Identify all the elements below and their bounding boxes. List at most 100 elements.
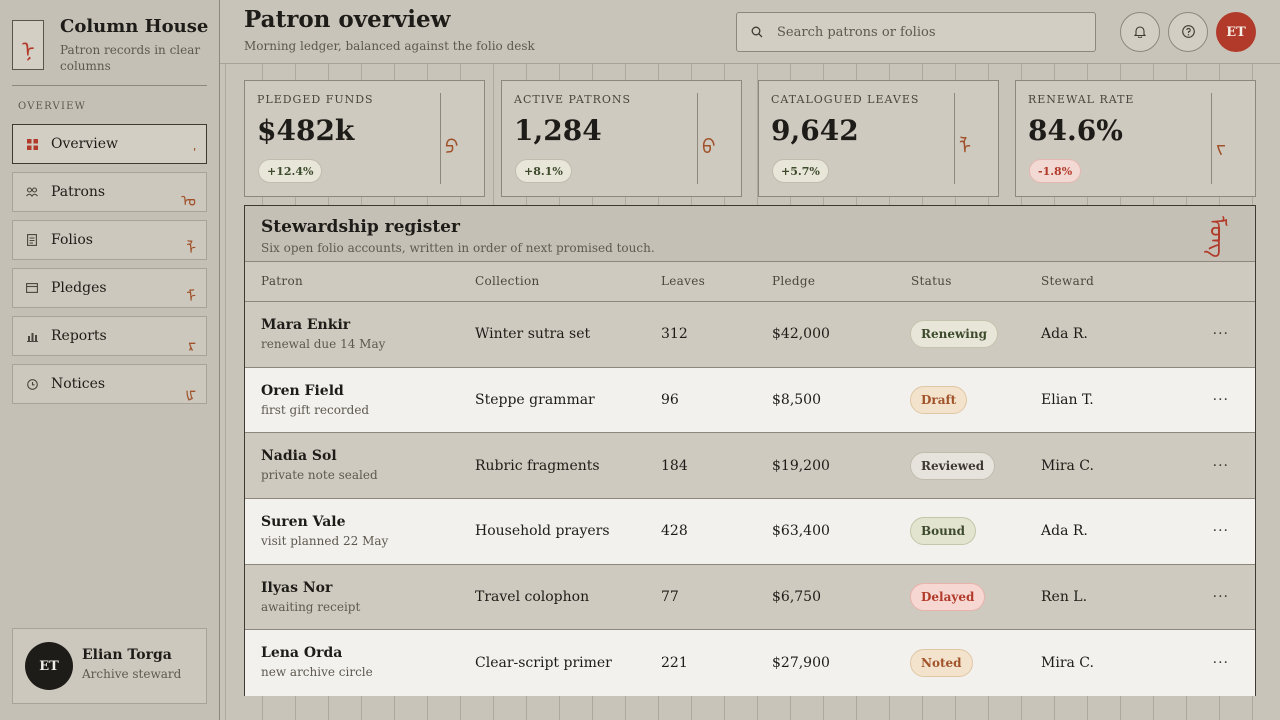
table-row[interactable]: Lena Orda new archive circle Clear-scrip… — [245, 630, 1255, 697]
patron-name: Lena Orda — [261, 645, 343, 662]
sidebar-item-notices[interactable]: Notices ᡁ — [12, 364, 207, 404]
script-glyph-icon: ᠪ — [702, 135, 716, 159]
stat-value: 9,642 — [771, 114, 859, 147]
more-options-icon[interactable]: ··· — [1213, 433, 1229, 498]
collection-cell: Winter sutra set — [475, 326, 591, 343]
column-header-patron[interactable]: Patron — [261, 274, 303, 288]
patron-name: Ilyas Nor — [261, 579, 333, 596]
patron-name: Oren Field — [261, 382, 344, 399]
patron-name: Nadia Sol — [261, 448, 337, 465]
steward-cell: Ada R. — [1041, 523, 1088, 540]
help-icon — [1181, 23, 1195, 42]
register-title: Stewardship register — [261, 217, 460, 237]
table-row[interactable]: Mara Enkir renewal due 14 May Winter sut… — [245, 302, 1255, 368]
topbar: Patron overview Morning ledger, balanced… — [220, 0, 1280, 64]
more-options-icon[interactable]: ··· — [1213, 368, 1229, 433]
status-badge: Noted — [910, 649, 973, 678]
script-glyph-icon: ᠵ — [1216, 135, 1226, 159]
brand-subtitle: Patron records in clear columns — [60, 43, 201, 73]
table-row[interactable]: Nadia Sol private note sealed Rubric fra… — [245, 433, 1255, 500]
more-options-icon[interactable]: ··· — [1213, 499, 1229, 564]
sidebar-item-pledges[interactable]: Pledges ᠮ — [12, 268, 207, 308]
status-cell: Delayed — [910, 565, 986, 630]
sidebar-item-reports[interactable]: Reports ᠷ — [12, 316, 207, 356]
script-glyph-icon: ᠣ — [181, 191, 196, 210]
sidebar-item-label: Overview — [51, 136, 119, 152]
stat-value: 84.6% — [1028, 114, 1123, 147]
column-header-steward[interactable]: Steward — [1041, 274, 1094, 288]
table-row[interactable]: Suren Vale visit planned 22 May Househol… — [245, 499, 1255, 565]
table-header: Patron Collection Leaves Pledge Status S… — [245, 262, 1255, 302]
table-body: Mara Enkir renewal due 14 May Winter sut… — [245, 302, 1255, 697]
collection-cell: Steppe grammar — [475, 392, 595, 409]
steward-cell: Elian T. — [1041, 392, 1094, 409]
script-glyph-icon: ᠷ — [188, 335, 196, 354]
stat-label: CATALOGUED LEAVES — [771, 93, 920, 106]
stat-delta-badge: -1.8% — [1029, 159, 1082, 183]
status-badge: Bound — [910, 517, 976, 546]
user-card[interactable]: ET Elian Torga Archive steward — [12, 628, 207, 704]
steward-cell: Ada R. — [1041, 326, 1088, 343]
leaves-cell: 184 — [661, 457, 688, 474]
patron-note: private note sealed — [261, 468, 378, 483]
status-badge: Delayed — [910, 583, 986, 612]
status-cell: Draft — [910, 368, 968, 433]
script-glyph-icon: ᠮᠣᠩ — [1204, 216, 1229, 258]
leaves-cell: 428 — [661, 523, 688, 540]
stat-value: $482k — [257, 114, 355, 147]
stat-card-pledged-funds: PLEDGED FUNDS $482k +12.4% ᠫ — [244, 80, 485, 197]
collection-cell: Rubric fragments — [475, 457, 600, 474]
user-avatar-button[interactable]: ET — [1216, 12, 1256, 52]
notifications-button[interactable] — [1120, 12, 1160, 52]
bell-icon — [1133, 23, 1147, 42]
leaves-cell: 77 — [661, 589, 679, 606]
sidebar-divider — [12, 85, 207, 86]
table-row[interactable]: Ilyas Nor awaiting receipt Travel coloph… — [245, 564, 1255, 631]
people-icon — [13, 187, 51, 197]
sidebar-nav: Overview ᡃ Patrons ᠣ Folios ᠯ Pledges ᠮ — [12, 124, 207, 412]
search-input[interactable] — [777, 24, 1095, 40]
page-title: Patron overview — [244, 6, 451, 33]
bar-chart-icon — [13, 331, 51, 342]
status-cell: Noted — [910, 630, 973, 696]
patron-name: Suren Vale — [261, 514, 346, 531]
script-glyph-icon: ᡁ — [185, 383, 196, 402]
column-header-status[interactable]: Status — [911, 274, 952, 288]
search-icon — [737, 26, 777, 38]
column-header-leaves[interactable]: Leaves — [661, 274, 705, 288]
pledge-cell: $63,400 — [772, 523, 830, 540]
user-role: Archive steward — [82, 667, 182, 681]
leaves-cell: 312 — [661, 326, 688, 343]
table-row[interactable]: Oren Field first gift recorded Steppe gr… — [245, 367, 1255, 434]
more-options-icon[interactable]: ··· — [1213, 565, 1229, 630]
patron-note: visit planned 22 May — [261, 534, 389, 549]
pledge-cell: $6,750 — [772, 589, 821, 606]
clock-icon — [13, 378, 51, 390]
patron-note: awaiting receipt — [261, 599, 361, 614]
sidebar: ᠨ Column House Patron records in clear c… — [0, 0, 220, 720]
leaves-cell: 96 — [661, 392, 679, 409]
collection-cell: Household prayers — [475, 523, 610, 540]
search-box[interactable] — [736, 12, 1096, 52]
sidebar-item-overview[interactable]: Overview ᡃ — [12, 124, 207, 164]
card-icon — [13, 283, 51, 293]
sidebar-item-label: Notices — [51, 376, 106, 392]
column-header-collection[interactable]: Collection — [475, 274, 540, 288]
stat-card-active-patrons: ACTIVE PATRONS 1,284 +8.1% ᠪ — [501, 80, 742, 197]
sidebar-item-patrons[interactable]: Patrons ᠣ — [12, 172, 207, 212]
register-header: Stewardship register Six open folio acco… — [245, 206, 1255, 262]
help-button[interactable] — [1168, 12, 1208, 52]
pledge-cell: $42,000 — [772, 326, 830, 343]
more-options-icon[interactable]: ··· — [1213, 630, 1229, 696]
column-header-pledge[interactable]: Pledge — [772, 274, 815, 288]
grid-icon — [13, 138, 51, 150]
stat-divider — [954, 93, 955, 184]
more-options-icon[interactable]: ··· — [1213, 302, 1229, 367]
sidebar-item-label: Reports — [51, 328, 107, 344]
sidebar-item-label: Patrons — [51, 184, 106, 200]
stat-divider — [697, 93, 698, 184]
register-subtitle: Six open folio accounts, written in orde… — [261, 241, 655, 255]
sidebar-item-folios[interactable]: Folios ᠯ — [12, 220, 207, 260]
brand-title: Column House — [60, 16, 209, 37]
script-glyph-icon: ᠮ — [186, 287, 196, 306]
